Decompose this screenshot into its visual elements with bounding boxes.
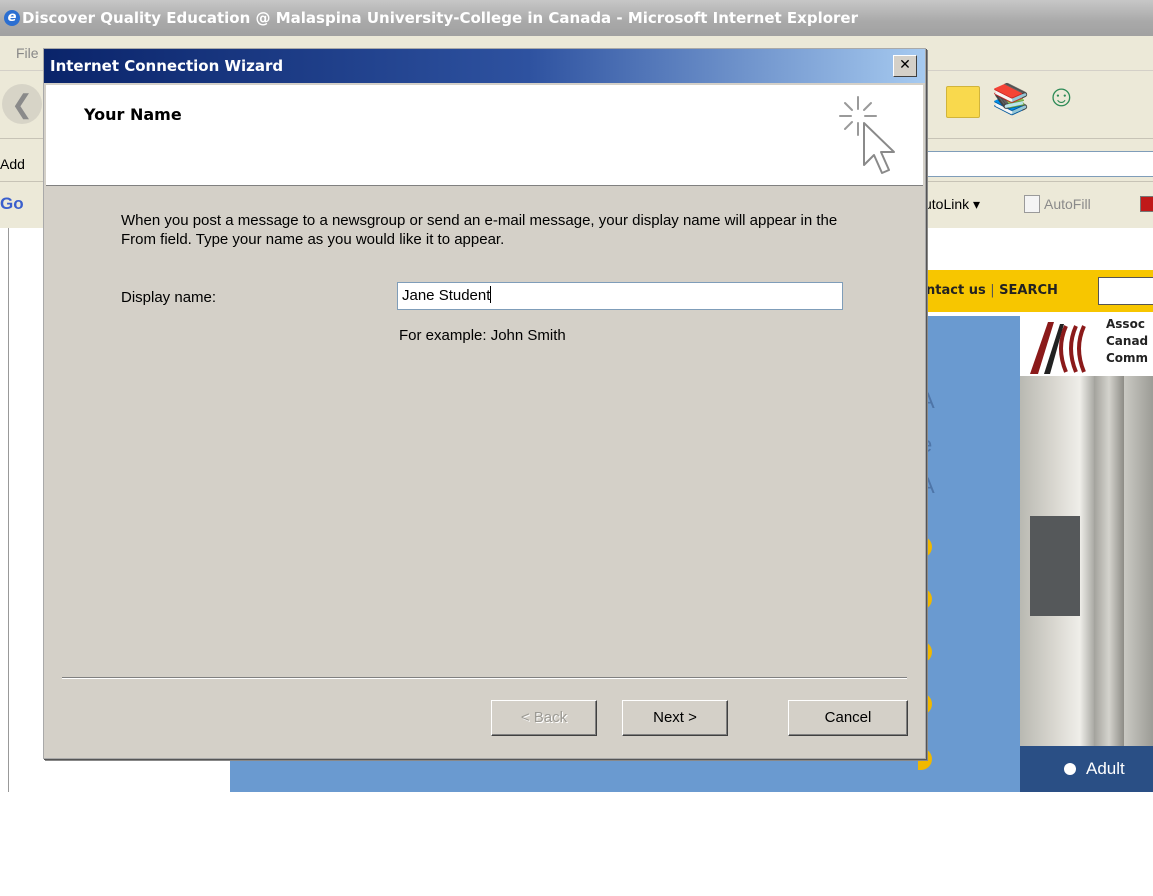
autolink-dropdown-icon[interactable]: ▾ [973, 196, 980, 212]
cancel-button[interactable]: Cancel [788, 700, 908, 736]
notes-icon[interactable] [946, 86, 980, 118]
nav-contact-link[interactable]: ntact us [926, 283, 986, 298]
example-hint: For example: John Smith [399, 327, 566, 344]
autolink-label: utoLink [924, 196, 970, 212]
menu-file[interactable]: File [16, 36, 39, 70]
page-left-edge [0, 228, 9, 792]
address-label: Add [0, 156, 25, 172]
site-nav: ntact us | SEARCH [926, 270, 1058, 312]
wizard-cursor-sparkle-icon [839, 96, 895, 174]
wizard-heading: Your Name [84, 105, 182, 124]
display-name-label: Display name: [121, 289, 217, 306]
accc-logo-icon [1030, 322, 1086, 374]
wizard-titlebar[interactable]: Internet Connection Wizard ✕ [44, 49, 925, 83]
adult-link[interactable]: Adult [1020, 746, 1153, 792]
history-icon[interactable]: 📚 [992, 82, 1029, 117]
back-arrow-icon[interactable]: ❮ [2, 84, 42, 124]
arrow-bullet-icon [1064, 763, 1076, 775]
display-name-input[interactable]: Jane Student [397, 282, 843, 310]
browser-titlebar: e Discover Quality Education @ Malaspina… [0, 0, 1153, 36]
footer-divider [62, 677, 907, 679]
back-button[interactable]: < Back [491, 700, 597, 736]
site-nav-bar: ntact us | SEARCH [920, 270, 1153, 312]
google-label: Go [0, 194, 24, 213]
address-input[interactable] [922, 151, 1153, 177]
close-icon[interactable]: ✕ [893, 55, 917, 77]
display-name-value: Jane Student [402, 287, 491, 304]
autolink-button[interactable]: utoLink ▾ [924, 182, 980, 226]
messenger-icon[interactable]: ☺ [1046, 80, 1077, 114]
nav-separator: | [990, 283, 995, 298]
wizard-body: When you post a message to a newsgroup o… [44, 186, 925, 676]
nav-search-link[interactable]: SEARCH [999, 283, 1058, 298]
wizard-title: Internet Connection Wizard [50, 57, 284, 75]
autofill-icon [1024, 195, 1040, 213]
internet-connection-wizard: Internet Connection Wizard ✕ Your Name W… [43, 48, 926, 759]
photo-pillar [1094, 376, 1124, 746]
popup-blocker-icon[interactable] [1140, 196, 1153, 212]
next-button[interactable]: Next > [622, 700, 728, 736]
ie-logo-icon: e [4, 10, 20, 26]
photo-window [1030, 516, 1080, 616]
org-name: Assoc Canad Comm [1106, 316, 1148, 367]
right-panel: Assoc Canad Comm Adult [1020, 312, 1153, 792]
resources-heading[interactable]: Resources for Faculty & Staff [720, 836, 1020, 896]
org-name-line: Canad [1106, 334, 1149, 348]
site-search-input[interactable] [1098, 277, 1153, 305]
resources-prefix: Resources for [720, 836, 897, 866]
adult-link-label: Adult [1086, 759, 1125, 778]
wizard-header: Your Name [46, 85, 923, 186]
campus-photo [1020, 376, 1153, 746]
autofill-button[interactable]: AutoFill [1044, 182, 1091, 226]
org-name-line: Assoc [1106, 317, 1145, 331]
org-name-line: Comm [1106, 351, 1149, 365]
wizard-description: When you post a message to a newsgroup o… [121, 212, 838, 248]
browser-title: Discover Quality Education @ Malaspina U… [22, 9, 858, 27]
